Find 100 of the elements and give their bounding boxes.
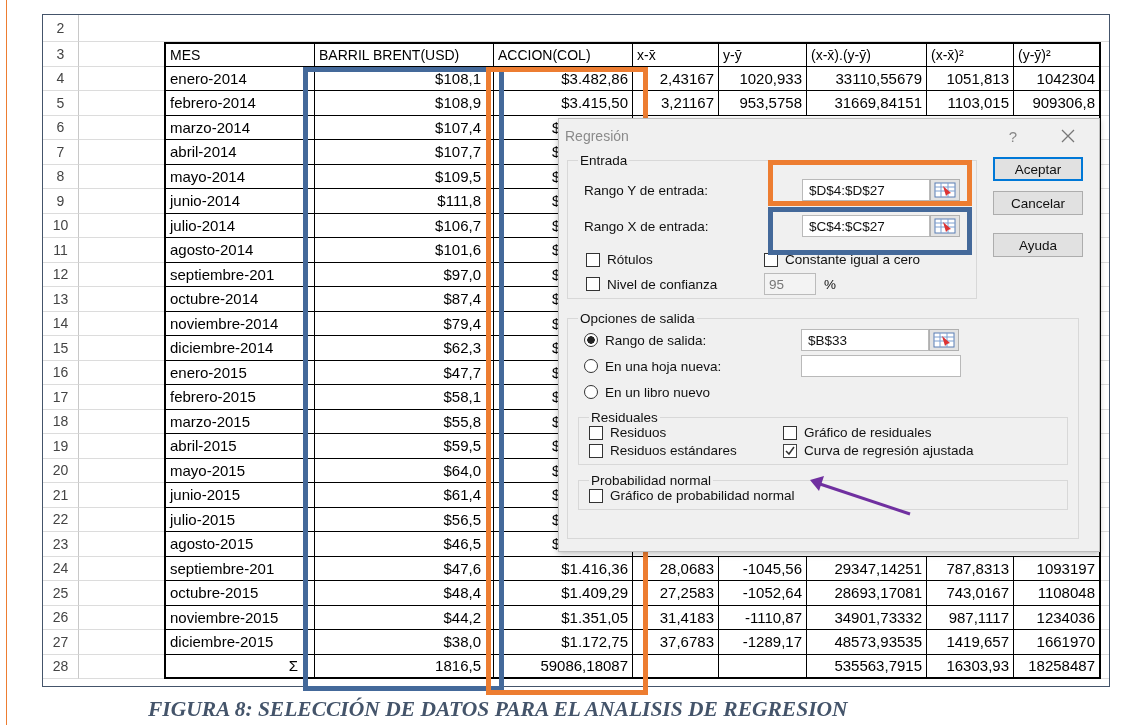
table-cell: $106,7: [315, 213, 494, 238]
table-cell: $61,4: [315, 483, 494, 508]
range-select-button[interactable]: [930, 215, 960, 237]
radio-button[interactable]: [584, 333, 598, 347]
table-cell: 33110,55679: [807, 66, 927, 91]
range-field[interactable]: $B$33: [801, 329, 929, 351]
table-cell: $1.416,36: [494, 556, 633, 581]
checkbox-label: Constante igual a cero: [785, 252, 921, 267]
table-cell: 987,1117: [927, 605, 1014, 630]
row-number: 9: [43, 189, 79, 214]
table-cell: 16303,93: [927, 654, 1014, 679]
table-cell: $1.351,05: [494, 605, 633, 630]
grid-arrow-icon: [934, 182, 956, 198]
table-cell: $64,0: [315, 458, 494, 483]
table-cell: $79,4: [315, 311, 494, 336]
checkbox[interactable]: [783, 425, 797, 440]
table-cell: diciembre-2015: [164, 630, 315, 655]
table-cell: febrero-2014: [164, 91, 315, 116]
table-cell: $97,0: [315, 262, 494, 287]
row-number: 22: [43, 507, 79, 532]
table-cell: 3,21167: [633, 91, 719, 116]
checkbox[interactable]: [589, 488, 603, 503]
table-cell: 29347,14251: [807, 556, 927, 581]
row-number: 17: [43, 385, 79, 410]
table-cell: diciembre-2014: [164, 336, 315, 361]
range-field[interactable]: $D$4:$D$27: [802, 179, 930, 201]
row-number: 20: [43, 458, 79, 483]
table-cell: mayo-2014: [164, 164, 315, 189]
table-cell: 37,6783: [633, 630, 719, 655]
table-cell: 27,2583: [633, 581, 719, 606]
sheet-name-field[interactable]: [801, 355, 961, 377]
row-number: 27: [43, 630, 79, 655]
table-cell: 1108048: [1014, 581, 1101, 606]
table-cell: 1020,933: [719, 66, 807, 91]
table-cell: $44,2: [315, 605, 494, 630]
table-cell: $1.409,29: [494, 581, 633, 606]
table-cell: julio-2014: [164, 213, 315, 238]
table-cell: $3.415,50: [494, 91, 633, 116]
table-cell: abril-2015: [164, 434, 315, 459]
checkbox-label: Curva de regresión ajustada: [804, 443, 974, 458]
table-cell: 535563,7915: [807, 654, 927, 679]
table-cell: 48573,93535: [807, 630, 927, 655]
checkbox-label: Gráfico de residuales: [804, 425, 932, 440]
table-cell: $1.172,75: [494, 630, 633, 655]
checkbox[interactable]: [586, 277, 600, 291]
checkbox[interactable]: [586, 252, 600, 267]
table-cell: septiembre-201: [164, 556, 315, 581]
table-cell: 1093197: [1014, 556, 1101, 581]
range-select-button[interactable]: [930, 179, 960, 201]
row-number: 21: [43, 483, 79, 508]
checkbox[interactable]: [589, 443, 603, 458]
dialog-button[interactable]: Aceptar: [993, 157, 1083, 181]
checkbox[interactable]: [783, 443, 797, 458]
range-select-button[interactable]: [929, 329, 959, 351]
table-cell: $48,4: [315, 581, 494, 606]
table-cell: $47,6: [315, 556, 494, 581]
row-number: 12: [43, 262, 79, 287]
column-header: ACCION(COL): [494, 42, 633, 67]
row-number: 23: [43, 532, 79, 557]
radio-button[interactable]: [584, 359, 598, 373]
row-number: 4: [43, 66, 79, 91]
range-field[interactable]: $C$4:$C$27: [802, 215, 930, 237]
row-number: 11: [43, 238, 79, 263]
table-cell: 28693,17081: [807, 581, 927, 606]
column-header: y-ȳ: [719, 42, 807, 67]
row-number: 6: [43, 115, 79, 140]
table-cell: junio-2014: [164, 189, 315, 214]
row-number: 14: [43, 311, 79, 336]
table-cell: 31669,84151: [807, 91, 927, 116]
row-number: 15: [43, 336, 79, 361]
close-icon[interactable]: [1061, 129, 1075, 143]
row-number: 24: [43, 556, 79, 581]
row-number: 5: [43, 91, 79, 116]
table-cell: 787,8313: [927, 556, 1014, 581]
row-number: 26: [43, 605, 79, 630]
row-number: 28: [43, 654, 79, 679]
row-number: 3: [43, 42, 79, 67]
table-cell: enero-2014: [164, 66, 315, 91]
table-cell: junio-2015: [164, 483, 315, 508]
checkbox[interactable]: [589, 425, 603, 440]
grid-arrow-icon: [933, 332, 955, 348]
dialog-button[interactable]: Cancelar: [993, 191, 1083, 215]
table-cell: 909306,8: [1014, 91, 1101, 116]
column-header: (x-x̄)²: [927, 42, 1014, 67]
table-cell: noviembre-2015: [164, 605, 315, 630]
table-cell: $38,0: [315, 630, 494, 655]
table-cell: $58,1: [315, 385, 494, 410]
table-cell: 953,5758: [719, 91, 807, 116]
row-number: 7: [43, 140, 79, 165]
table-cell: $62,3: [315, 336, 494, 361]
table-cell: enero-2015: [164, 360, 315, 385]
table-cell: 1419,657: [927, 630, 1014, 655]
dialog-button[interactable]: Ayuda: [993, 233, 1083, 257]
table-cell: -1289,17: [719, 630, 807, 655]
table-cell: $109,5: [315, 164, 494, 189]
table-cell: 1234036: [1014, 605, 1101, 630]
table-cell: septiembre-201: [164, 262, 315, 287]
table-cell: $101,6: [315, 238, 494, 263]
table-cell: 2,43167: [633, 66, 719, 91]
radio-button[interactable]: [584, 385, 598, 399]
